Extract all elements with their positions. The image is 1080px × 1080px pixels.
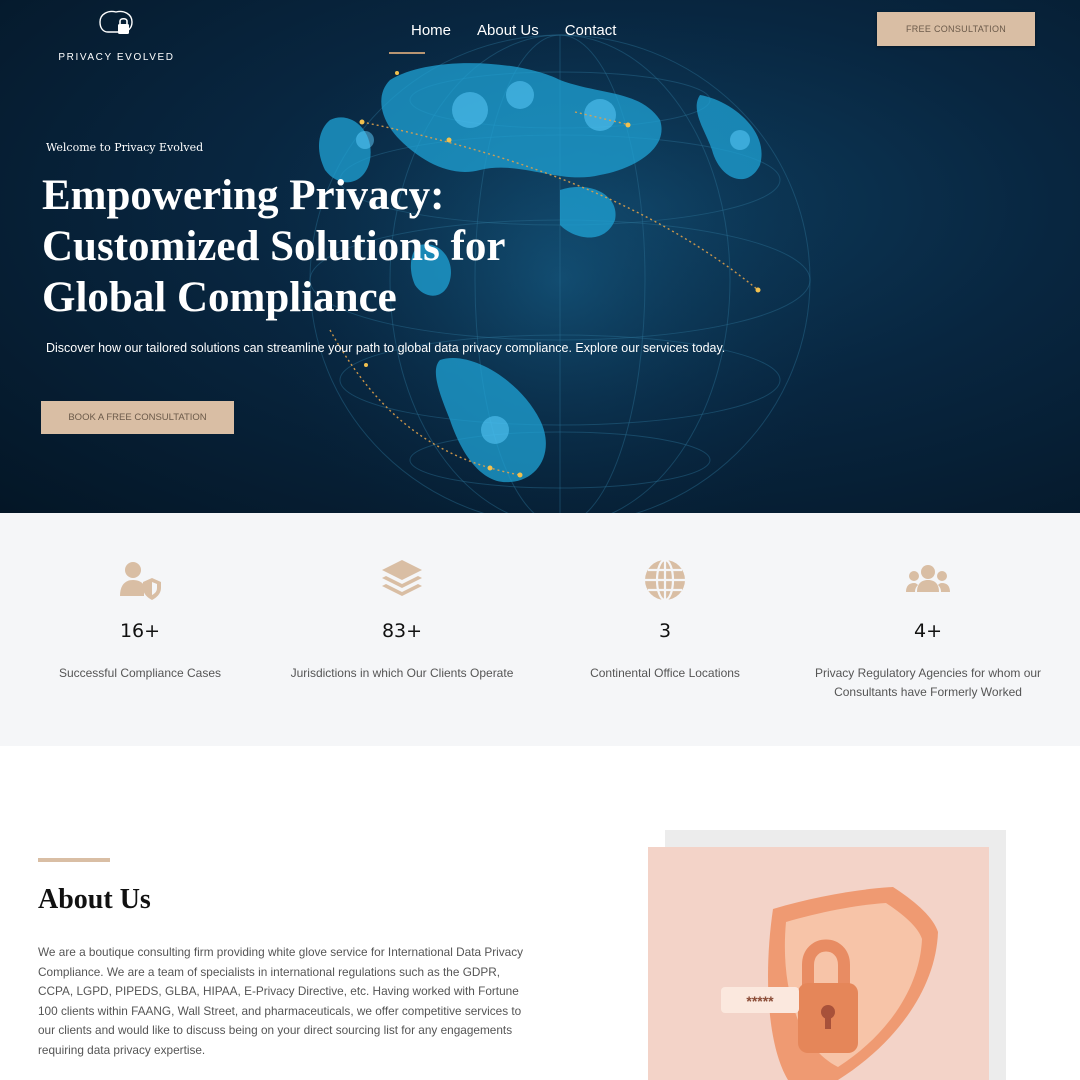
about-image: ***** <box>648 847 989 1080</box>
hero-description: Discover how our tailored solutions can … <box>46 341 726 355</box>
about-description: We are a boutique consulting firm provid… <box>38 945 524 1057</box>
nav-home[interactable]: Home <box>411 22 451 39</box>
nav-about-us[interactable]: About Us <box>477 22 539 39</box>
stat-label: Jurisdictions in which Our Clients Opera… <box>290 666 514 680</box>
hero-title-line: Global Compliance <box>42 274 397 321</box>
about-accent-line <box>38 858 110 862</box>
layers-icon <box>382 560 422 596</box>
brain-lock-logo-icon <box>99 10 133 34</box>
main-navigation: Home About Us Contact <box>411 22 616 39</box>
stat-value: 4+ <box>913 620 942 642</box>
password-badge-text: ***** <box>746 993 774 1009</box>
stat-label: Successful Compliance Cases <box>58 666 222 680</box>
hero-eyebrow: Welcome to Privacy Evolved <box>46 141 204 154</box>
stat-label: Continental Office Locations <box>590 666 740 680</box>
hero-title: Empowering Privacy: Customized Solutions… <box>42 170 682 323</box>
brand-name: PRIVACY EVOLVED <box>58 52 175 63</box>
stat-value: 16+ <box>119 620 161 642</box>
stat-label: Privacy Regulatory Agencies for whom our… <box>814 666 1042 699</box>
stat-value: 3 <box>658 620 672 642</box>
hero-section: PRIVACY EVOLVED Home About Us Contact FR… <box>0 0 1080 513</box>
hero-title-line: Customized Solutions for <box>42 223 506 270</box>
book-consultation-button[interactable]: BOOK A FREE CONSULTATION <box>41 401 234 434</box>
brand-logo[interactable]: PRIVACY EVOLVED <box>54 8 179 63</box>
about-title: About Us <box>38 884 151 915</box>
nav-active-indicator <box>389 52 425 54</box>
shield-lock-illustration: ***** <box>721 887 938 1080</box>
user-shield-icon <box>120 562 161 600</box>
globe-icon <box>645 558 685 602</box>
free-consultation-button[interactable]: FREE CONSULTATION <box>877 12 1035 46</box>
hero-title-line: Empowering Privacy: <box>42 172 445 219</box>
users-group-icon <box>906 565 950 592</box>
stats-section: 16+ Successful Compliance Cases 83+ Juri… <box>0 513 1080 746</box>
stat-value: 83+ <box>381 620 423 642</box>
nav-contact[interactable]: Contact <box>565 22 617 39</box>
